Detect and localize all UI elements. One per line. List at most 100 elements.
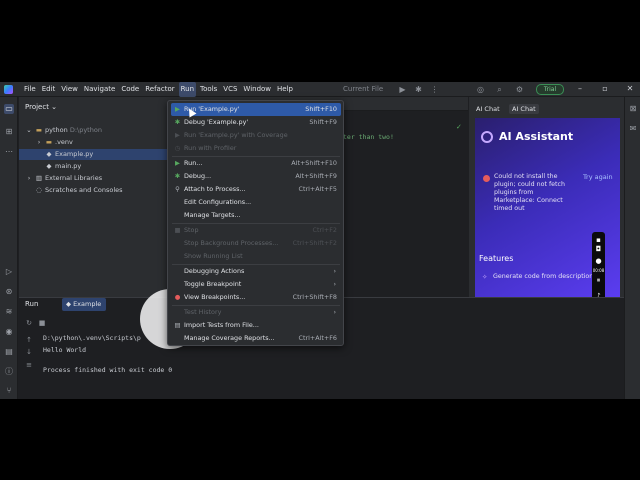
run-icon[interactable]: ▶ xyxy=(398,85,407,94)
console-line: Hello World xyxy=(43,346,87,354)
menu-item-view-breakpoints[interactable]: ● View Breakpoints... Ctrl+Shift+F8 xyxy=(171,291,341,304)
tree-item-venv[interactable]: › ▬ .venv xyxy=(19,137,167,148)
pause-icon[interactable]: ⏸ xyxy=(592,276,605,285)
soft-wrap-icon[interactable]: ≡ xyxy=(25,361,33,369)
close-icon[interactable]: ✕ xyxy=(624,83,636,95)
run-panel-title: Run xyxy=(25,300,39,308)
trial-badge[interactable]: Trial xyxy=(536,84,564,95)
right-tool-strip: ⊠ ✉ xyxy=(624,97,640,399)
tree-root-python[interactable]: ⌄ ▬ python D:\python xyxy=(19,125,167,136)
ai-error-message: Could not install the plugin; could not … xyxy=(494,173,565,212)
record-icon[interactable]: ● xyxy=(592,257,605,266)
python-packages-icon[interactable]: ⊛ xyxy=(4,287,14,297)
menu-item-debug-dialog[interactable]: ✱ Debug... Alt+Shift+F9 xyxy=(171,170,341,183)
bug-icon: ✱ xyxy=(174,172,181,180)
ai-panel-title: AI Chat xyxy=(476,105,500,113)
menu-code[interactable]: Code xyxy=(119,82,141,97)
ai-chat-icon[interactable]: ✉ xyxy=(628,124,638,134)
project-panel: Project ⌄ ⌄ ▬ python D:\python › ▬ .venv ◆ Ex… xyxy=(19,97,167,297)
breakpoint-icon: ● xyxy=(174,293,181,301)
title-bar: File Edit View Navigate Code Refactor Ru… xyxy=(0,82,640,97)
code-line: ter than two! xyxy=(343,133,394,141)
menu-tools[interactable]: Tools xyxy=(198,82,219,97)
services-icon[interactable]: ◉ xyxy=(4,327,14,337)
tree-item-external-libraries[interactable]: › ▥ External Libraries xyxy=(19,173,167,184)
ai-feature-item[interactable]: Generate code from description xyxy=(493,273,593,280)
run-tab-example[interactable]: ◆ Example xyxy=(62,298,107,311)
python-file-icon: ◆ xyxy=(46,150,52,158)
maximize-icon[interactable]: ▫ xyxy=(599,83,611,95)
ellipsis-icon[interactable]: ⋯ xyxy=(4,147,14,157)
error-icon xyxy=(483,175,490,182)
debug-icon[interactable]: ✱ xyxy=(414,85,423,94)
tree-item-scratches[interactable]: ◌ Scratches and Consoles xyxy=(19,185,167,196)
tab-ai-chat[interactable]: AI Chat xyxy=(509,104,539,114)
project-panel-title[interactable]: Project ⌄ xyxy=(25,103,57,111)
tree-item-example-py[interactable]: ◆ Example.py xyxy=(19,149,167,160)
chevron-right-icon: › xyxy=(37,138,41,146)
problems-icon[interactable]: ⓘ xyxy=(4,367,14,377)
menu-run[interactable]: Run xyxy=(178,82,197,97)
menu-item-attach-to-process[interactable]: ⚲ Attach to Process... Ctrl+Alt+F5 xyxy=(171,183,341,196)
menu-item-debug-example[interactable]: ✱ Debug 'Example.py' Shift+F9 xyxy=(171,116,341,129)
settings-icon[interactable]: ⚙ xyxy=(515,85,524,94)
sparkle-icon: ✧ xyxy=(482,273,488,281)
copilot-icon[interactable]: ◎ xyxy=(476,85,485,94)
scroll-down-icon[interactable]: ↓ xyxy=(25,348,33,356)
camera-icon[interactable]: ◘ xyxy=(592,245,605,254)
notifications-icon[interactable]: ⊠ xyxy=(628,104,638,114)
ai-assistant-logo-icon xyxy=(481,131,493,143)
project-folder-icon[interactable]: ▭ xyxy=(4,104,14,114)
pin-icon[interactable]: ▪ xyxy=(592,236,605,245)
library-icon: ▥ xyxy=(35,174,43,182)
menu-item-stop: ■ Stop Ctrl+F2 xyxy=(171,224,341,237)
folder-icon: ▬ xyxy=(35,126,43,134)
menu-item-edit-configurations[interactable]: Edit Configurations... xyxy=(171,196,341,209)
menu-item-toggle-breakpoint[interactable]: Toggle Breakpoint › xyxy=(171,278,341,291)
chevron-right-icon: › xyxy=(333,280,336,288)
app-logo-icon[interactable] xyxy=(4,85,13,94)
more-icon[interactable]: ⋮ xyxy=(430,85,439,94)
menu-window[interactable]: Window xyxy=(241,82,273,97)
menu-item-manage-targets[interactable]: Manage Targets... xyxy=(171,209,341,222)
folder-icon: ▬ xyxy=(45,138,53,146)
ai-features-heading: Features xyxy=(479,254,514,263)
tree-item-main-py[interactable]: ◆ main.py xyxy=(19,161,167,172)
scroll-up-icon[interactable]: ↑ xyxy=(25,336,33,344)
menu-item-import-tests[interactable]: ▤ Import Tests from File... xyxy=(171,319,341,332)
console-line: Process finished with exit code 0 xyxy=(43,366,173,374)
menu-help[interactable]: Help xyxy=(275,82,295,97)
menu-item-debugging-actions[interactable]: Debugging Actions › xyxy=(171,265,341,278)
scratches-icon: ◌ xyxy=(36,186,42,194)
menu-vcs[interactable]: VCS xyxy=(221,82,239,97)
minimize-icon[interactable]: – xyxy=(574,83,586,95)
import-icon: ▤ xyxy=(174,321,181,329)
menu-navigate[interactable]: Navigate xyxy=(82,82,117,97)
chevron-down-icon: ⌄ xyxy=(26,126,32,134)
layers-icon[interactable]: ≋ xyxy=(4,307,14,317)
menu-file[interactable]: File xyxy=(22,82,38,97)
menu-item-run-dialog[interactable]: ▶ Run... Alt+Shift+F10 xyxy=(171,157,341,170)
rerun-icon[interactable]: ↻ xyxy=(25,319,33,327)
structure-icon[interactable]: ⊞ xyxy=(4,127,14,137)
terminal-icon[interactable]: ▤ xyxy=(4,347,14,357)
chevron-right-icon: › xyxy=(27,174,31,182)
play-icon: ▶ xyxy=(175,105,180,113)
play-icon: ▶ xyxy=(175,159,180,167)
try-again-link[interactable]: Try again xyxy=(583,173,613,181)
recording-time: 00:08 xyxy=(592,268,605,273)
run-tool-icon[interactable]: ▷ xyxy=(4,267,14,277)
menu-item-run-example[interactable]: ▶ Run 'Example.py' Shift+F10 xyxy=(171,103,341,116)
menu-refactor[interactable]: Refactor xyxy=(143,82,176,97)
run-config-selector[interactable]: Current File xyxy=(343,82,383,97)
python-file-icon: ◆ xyxy=(46,162,52,170)
menu-edit[interactable]: Edit xyxy=(40,82,58,97)
search-icon[interactable]: ⌕ xyxy=(495,85,504,94)
menu-item-manage-coverage[interactable]: Manage Coverage Reports... Ctrl+Alt+F6 xyxy=(171,332,341,345)
menu-view[interactable]: View xyxy=(59,82,80,97)
git-icon[interactable]: ⑂ xyxy=(4,386,14,396)
check-icon: ✓ xyxy=(456,123,462,131)
profiler-icon: ◷ xyxy=(174,144,181,152)
menu-item-stop-background: Stop Background Processes... Ctrl+Shift+… xyxy=(184,239,337,247)
stop-icon[interactable]: ■ xyxy=(38,319,46,327)
